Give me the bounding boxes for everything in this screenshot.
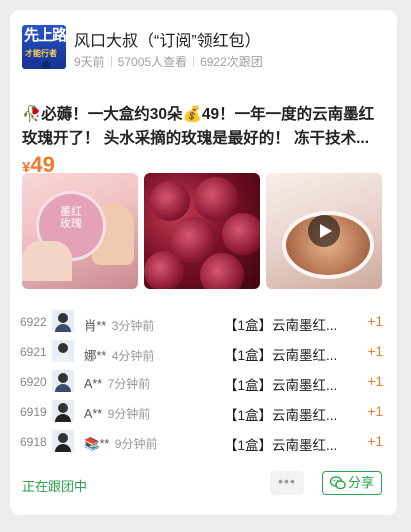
rose-bud <box>194 177 238 221</box>
rose-bud <box>144 251 184 289</box>
product-video[interactable] <box>266 173 382 289</box>
rose-bud <box>150 181 190 221</box>
order-row: 6919 A** 9分钟前 【1盒】云南墨红... +1 <box>10 398 397 428</box>
wechat-icon <box>329 476 346 490</box>
description-line-2: 玫瑰开了！ 头水采摘的玫瑰是最好的！ 冻干技术... <box>22 130 370 147</box>
order-qty: +1 <box>367 374 383 389</box>
description-line-1: 🥀必薅！一大盒约30朵💰49！一年一度的云南墨红 <box>22 106 375 123</box>
order-number: 6920 <box>20 375 47 389</box>
buyer-avatar <box>52 430 74 452</box>
order-item: 【1盒】云南墨红... <box>224 408 338 423</box>
order-row: 6922 肖** 3分钟前 【1盒】云南墨红... +1 <box>10 308 397 338</box>
order-row: 6920 A** 7分钟前 【1盒】云南墨红... +1 <box>10 368 397 398</box>
tin-label: 墨红玫瑰 <box>60 206 82 230</box>
order-item: 【1盒】云南墨红... <box>224 348 338 363</box>
order-row: 6921 娜** 4分钟前 【1盒】云南墨红... +1 <box>10 338 397 368</box>
group-buy-card[interactable]: 先上路 才能行者 风口大叔（“订阅”领红包） 9天前 57005人查看 6922次跟… <box>10 10 397 515</box>
order-number: 6919 <box>20 405 47 419</box>
avatar-text-top: 先上路 <box>24 27 66 44</box>
buyer-name: A** 7分钟前 <box>84 377 151 391</box>
buyer-name: 📚** 9分钟前 <box>84 437 158 451</box>
more-icon[interactable]: ••• <box>270 471 304 495</box>
join-count: 6922次跟团 <box>200 55 263 69</box>
post-meta: 9天前 57005人查看 6922次跟团 <box>74 53 263 70</box>
order-item: 【1盒】云南墨红... <box>224 438 338 453</box>
author-title[interactable]: 风口大叔（“订阅”领红包） <box>74 27 261 51</box>
order-qty: +1 <box>367 344 383 359</box>
buyer-name: A** 9分钟前 <box>84 407 151 421</box>
buyer-avatar <box>52 340 74 362</box>
post-time: 9天前 <box>74 55 105 69</box>
product-image-2[interactable] <box>144 173 260 289</box>
buyer-avatar <box>52 400 74 422</box>
share-button[interactable]: 分享 <box>322 471 382 495</box>
buyer-avatar <box>52 370 74 392</box>
avatar-text-bottom: 才能行者 <box>25 49 57 58</box>
post-description[interactable]: 🥀必薅！一大盒约30朵💰49！一年一度的云南墨红 玫瑰开了！ 头水采摘的玫瑰是最… <box>22 103 384 151</box>
image-hand <box>22 241 72 281</box>
play-icon[interactable] <box>308 215 340 247</box>
author-avatar[interactable]: 先上路 才能行者 <box>22 25 66 69</box>
order-item: 【1盒】云南墨红... <box>224 378 338 393</box>
order-item: 【1盒】云南墨红... <box>224 318 338 333</box>
order-qty: +1 <box>367 404 383 419</box>
buyer-name: 肖** 3分钟前 <box>84 319 155 333</box>
share-label: 分享 <box>347 475 374 490</box>
order-row: 6918 📚** 9分钟前 【1盒】云南墨红... +1 <box>10 428 397 458</box>
buyer-avatar <box>52 310 74 332</box>
view-count: 57005人查看 <box>117 55 188 69</box>
avatar-figure <box>42 61 50 69</box>
order-number: 6922 <box>20 315 47 329</box>
order-qty: +1 <box>367 434 383 449</box>
buyer-name: 娜** 4分钟前 <box>84 349 155 363</box>
order-number: 6921 <box>20 345 47 359</box>
order-qty: +1 <box>367 314 383 329</box>
order-number: 6918 <box>20 435 47 449</box>
rose-bud <box>200 253 244 289</box>
rose-bud <box>222 213 260 255</box>
group-status: 正在跟团中 <box>22 479 88 494</box>
product-image-1[interactable]: 墨红玫瑰 <box>22 173 138 289</box>
